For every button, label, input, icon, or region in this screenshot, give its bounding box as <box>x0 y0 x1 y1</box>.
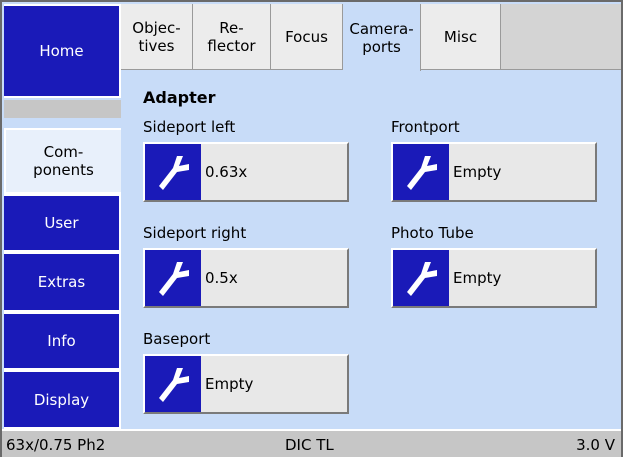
tab-label: Objec- tives <box>132 18 181 55</box>
status-mode: DIC TL <box>285 436 334 454</box>
slot-label-photo-tube: Photo Tube <box>391 224 474 242</box>
tab-label: Camera- ports <box>349 19 414 56</box>
sidebar-item-components[interactable]: Com- ponents <box>4 128 121 194</box>
sidebar-item-user[interactable]: User <box>4 194 121 252</box>
slot-label-frontport: Frontport <box>391 118 460 136</box>
status-bar: 63x/0.75 Ph2 DIC TL 3.0 V <box>2 429 621 457</box>
tab-label: Re- flector <box>207 18 256 55</box>
section-title: Adapter <box>143 88 216 107</box>
frontport-button[interactable]: Empty <box>391 142 597 202</box>
tab-misc[interactable]: Misc <box>421 4 501 70</box>
wrench-icon <box>393 250 449 306</box>
tab-empty <box>501 4 621 70</box>
sideport-left-button[interactable]: 0.63x <box>143 142 349 202</box>
slot-label-sideport-right: Sideport right <box>143 224 247 242</box>
tab-label: Misc <box>443 27 478 46</box>
slot-value: 0.63x <box>205 163 248 181</box>
wrench-icon <box>393 144 449 200</box>
tab-bar: Objec- tives Re- flector Focus Camera- p… <box>121 4 621 71</box>
tab-objectives[interactable]: Objec- tives <box>121 4 193 70</box>
sidebar: Home Com- ponents User Extras Info Displ… <box>4 4 121 429</box>
sidebar-item-label: Display <box>33 390 90 409</box>
sidebar-item-extras[interactable]: Extras <box>4 252 121 312</box>
tab-reflector[interactable]: Re- flector <box>193 4 271 70</box>
tab-cameraports[interactable]: Camera- ports <box>343 4 421 71</box>
cameraports-panel: Adapter Sideport left 0.63x Frontport Em… <box>121 70 621 429</box>
slot-label-baseport: Baseport <box>143 330 211 348</box>
status-objective: 63x/0.75 Ph2 <box>6 436 106 454</box>
wrench-icon <box>145 144 201 200</box>
sidebar-item-label: Com- ponents <box>33 143 94 179</box>
sidebar-item-label: Extras <box>37 273 86 291</box>
tab-label: Focus <box>285 27 328 46</box>
sidebar-item-label: Home <box>39 42 84 60</box>
sidebar-item-home[interactable]: Home <box>4 4 121 98</box>
tab-focus[interactable]: Focus <box>271 4 343 70</box>
photo-tube-button[interactable]: Empty <box>391 248 597 308</box>
slot-value: Empty <box>205 375 254 393</box>
status-voltage: 3.0 V <box>576 436 615 454</box>
sidebar-item-label: Info <box>47 332 76 350</box>
wrench-icon <box>145 356 201 412</box>
sidebar-item-display[interactable]: Display <box>4 370 121 429</box>
sidebar-item-label: User <box>44 214 79 232</box>
wrench-icon <box>145 250 201 306</box>
baseport-button[interactable]: Empty <box>143 354 349 414</box>
sidebar-spacer <box>4 100 121 118</box>
slot-value: Empty <box>453 163 502 181</box>
slot-value: 0.5x <box>205 269 238 287</box>
slot-value: Empty <box>453 269 502 287</box>
sidebar-item-info[interactable]: Info <box>4 312 121 370</box>
slot-label-sideport-left: Sideport left <box>143 118 236 136</box>
sideport-right-button[interactable]: 0.5x <box>143 248 349 308</box>
app-window: Home Com- ponents User Extras Info Displ… <box>0 0 623 457</box>
